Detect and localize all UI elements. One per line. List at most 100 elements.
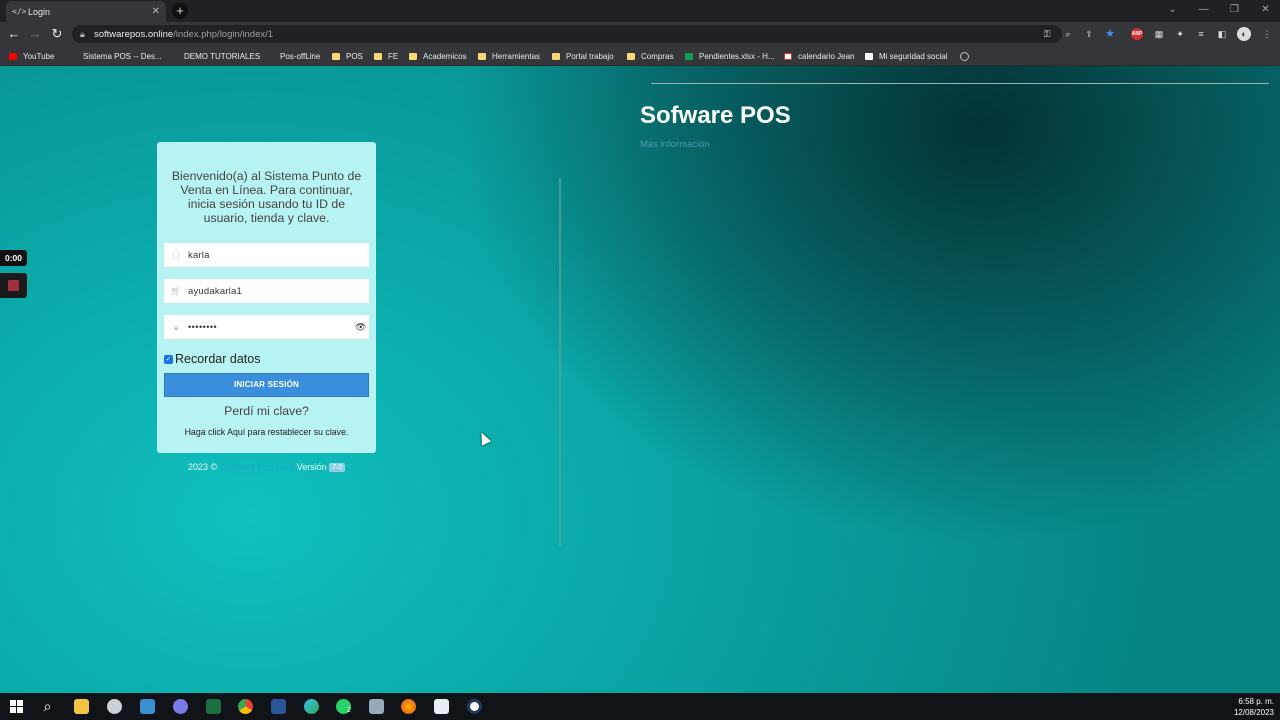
recording-stop-button[interactable] [0, 273, 27, 298]
bookmark-folder-fe[interactable]: FE [374, 50, 398, 62]
reset-password-link[interactable]: Aquí [227, 427, 245, 437]
vertical-divider [559, 178, 561, 546]
lock-icon[interactable]: 🔒︎ [80, 29, 94, 40]
reading-list-icon[interactable]: ≡ [1194, 27, 1208, 41]
url-path: /index.php/login/index/1 [173, 28, 274, 40]
bookmark-folder-compras[interactable]: Compras [627, 50, 673, 62]
reset-password-text: Haga click Aquí para restablecer su clav… [157, 427, 376, 437]
side-panel-icon[interactable]: ◧ [1215, 27, 1229, 41]
firefox-icon[interactable] [401, 699, 416, 714]
bookmark-youtube[interactable]: YouTube [9, 50, 54, 62]
bookmark-folder-herramientas[interactable]: Herramientas [478, 50, 540, 62]
clock-time: 6:58 p. m. [1238, 697, 1274, 706]
excel-icon[interactable] [206, 699, 221, 714]
folder-icon [409, 52, 417, 60]
bookmarks-bar: YouTube Sistema POS -- Des... DEMO TUTOR… [0, 46, 1280, 66]
system-clock[interactable]: 6:58 p. m. 12/08/2023 [1234, 696, 1274, 718]
bookmark-globe[interactable] [960, 50, 975, 62]
folder-icon [552, 52, 560, 60]
recorder-app-icon[interactable] [467, 699, 482, 714]
bookmark-label: Mi seguridad social [879, 51, 948, 61]
url-domain: softwarepos.online [94, 28, 174, 40]
username-field[interactable]: 👤︎ karla [164, 243, 369, 267]
footer-brand-link[interactable]: Software Pos Club [220, 462, 295, 472]
photos-app-icon[interactable] [434, 699, 449, 714]
bookmark-folder-portal-trabajo[interactable]: Portal trabajo [552, 50, 614, 62]
address-bar[interactable]: 🔒︎ softwarepos.online/index.php/login/in… [72, 25, 1062, 43]
store-app-icon[interactable] [140, 699, 155, 714]
bookmark-seguridad-social[interactable]: Mi seguridad social [865, 50, 947, 62]
bookmark-folder-pos[interactable]: POS [332, 50, 363, 62]
folder-icon [627, 52, 635, 60]
lost-password-text: Perdí mi clave? [224, 404, 309, 418]
eye-icon[interactable]: 👁︎ [355, 322, 369, 333]
share-icon[interactable]: ⇪ [1082, 27, 1096, 41]
extension-grid-icon[interactable]: ▦ [1152, 27, 1166, 41]
bookmark-sistema-pos[interactable]: Sistema POS -- Des... [69, 50, 162, 62]
brand-title: Sofware POS [640, 102, 791, 129]
store-value: ayudakarla1 [188, 285, 242, 297]
search-icon[interactable]: ⌕ [40, 699, 55, 714]
footer-year: 2023 © [187, 462, 218, 472]
puzzle-icon[interactable]: ✦ [1173, 27, 1187, 41]
bookmark-star-icon[interactable]: ★ [1103, 27, 1117, 41]
edge-icon[interactable] [304, 699, 319, 714]
cart-icon: 🛒︎ [170, 285, 182, 296]
forward-button[interactable]: → [26, 25, 44, 43]
lock-icon: 🔒︎ [173, 321, 179, 332]
youtube-icon [9, 52, 17, 60]
page-icon [69, 53, 77, 60]
bookmark-label: POS [346, 51, 363, 61]
page-icon [170, 53, 178, 60]
file-explorer-icon[interactable] [74, 699, 89, 714]
settings-app-icon[interactable] [173, 699, 188, 714]
bookmark-label: Pos-offLine [280, 51, 321, 61]
bookmark-label: Compras [641, 51, 674, 61]
close-window-button[interactable]: ✕ [1250, 0, 1280, 22]
word-icon[interactable] [271, 699, 286, 714]
bookmark-label: Portal trabajo [566, 51, 614, 61]
welcome-text: Bienvenido(a) al Sistema Punto de Venta … [171, 169, 362, 225]
menu-icon[interactable]: ⋮ [1260, 27, 1274, 41]
password-key-icon[interactable]: ⚿ [1040, 27, 1054, 41]
restore-button[interactable]: ❐ [1219, 0, 1250, 22]
new-tab-button[interactable]: + [172, 3, 188, 19]
bookmark-pendientes[interactable]: Pendientes.xlsx - H... [685, 50, 775, 62]
close-tab-icon[interactable]: ✕ [152, 6, 160, 17]
minimize-button[interactable]: — [1188, 0, 1219, 22]
browser-tab-bar: </> Login ✕ + ⌄ — ❐ ✕ [0, 0, 1280, 22]
back-button[interactable]: ← [5, 25, 23, 43]
bookmark-label: FE [388, 51, 399, 61]
windows-start-icon[interactable] [9, 699, 24, 714]
reload-button[interactable]: ↻ [48, 25, 66, 43]
bookmark-label: YouTube [23, 51, 55, 61]
remember-label[interactable]: Recordar datos [175, 352, 260, 366]
username-value: karla [188, 249, 210, 261]
bookmark-pos-offline[interactable]: Pos-offLine [266, 50, 320, 62]
store-field[interactable]: 🛒︎ ayudakarla1 [164, 279, 369, 303]
browser-toolbar: ← → ↻ 🔒︎ softwarepos.online/index.php/lo… [0, 22, 1280, 46]
header-divider [651, 83, 1269, 84]
bookmark-label: calendario Jean [798, 51, 855, 61]
bookmark-demo-tutoriales[interactable]: DEMO TUTORIALES [170, 50, 260, 62]
url-text: softwarepos.online/index.php/login/index… [94, 29, 273, 40]
bookmark-calendario[interactable]: calendario Jean [784, 50, 854, 62]
folder-icon [478, 52, 486, 60]
bookmark-folder-academicos[interactable]: Academicos [409, 50, 467, 62]
tab-search-icon[interactable]: ⌄ [1157, 0, 1188, 22]
adblock-icon[interactable]: ABP [1131, 28, 1143, 40]
page-icon [266, 53, 274, 60]
more-info-link[interactable]: Más información [640, 139, 710, 150]
network-app-icon[interactable] [369, 699, 384, 714]
password-field[interactable]: 🔒︎ •••••••• 👁︎ [164, 315, 369, 339]
taskbar: ⌕ 2 6:58 p. m. 12/08/2023 [0, 693, 1280, 720]
profile-avatar-icon[interactable]: ◐ [1237, 27, 1251, 41]
zoom-icon[interactable]: ⌕ [1061, 27, 1075, 41]
remember-checkbox[interactable]: ✓ [164, 354, 173, 364]
password-value: •••••••• [188, 322, 218, 332]
login-button[interactable]: INICIAR SESIÓN [164, 373, 369, 397]
browser-tab[interactable]: </> Login ✕ [6, 1, 166, 22]
chrome-icon[interactable] [238, 699, 253, 714]
mouse-cursor [476, 430, 492, 446]
tool-app-icon[interactable] [107, 699, 122, 714]
